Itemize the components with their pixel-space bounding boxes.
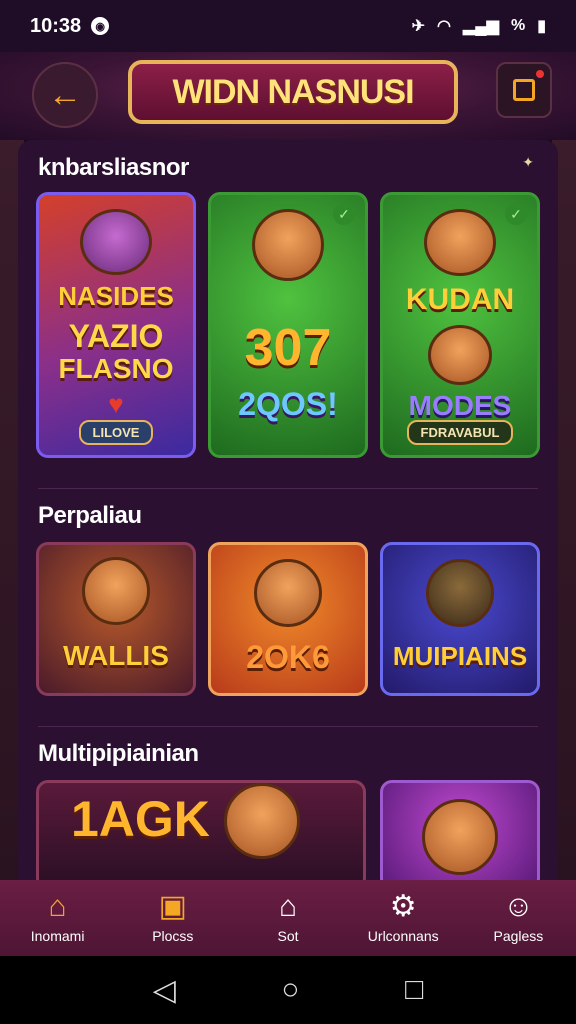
- character-image: [428, 325, 492, 385]
- section-title: Perpaliau: [38, 502, 142, 529]
- divider: [38, 488, 538, 489]
- system-navigation-bar: ◁ ○ □: [0, 956, 576, 1024]
- card-title: FLASNO: [58, 352, 174, 384]
- house-icon: ⌂: [278, 890, 298, 923]
- page-title: WIDN NASNUSI: [128, 60, 458, 124]
- card-title: NASIDES: [58, 280, 174, 311]
- nav-label: Sot: [277, 928, 299, 944]
- profile-icon: ☺: [503, 890, 534, 923]
- check-icon: ✓: [505, 203, 527, 225]
- character-image: [426, 559, 494, 627]
- recents-square-icon[interactable]: □: [405, 973, 423, 1007]
- game-card[interactable]: ✓ KUDAN MODES FDRAVABUL: [380, 192, 540, 458]
- nav-label: Inomami: [30, 928, 85, 944]
- notification-badge: [536, 70, 544, 78]
- card-title: MUIPIAINS: [392, 641, 528, 671]
- battery-percent: %: [510, 17, 526, 34]
- section-title: Multipipiainian: [38, 740, 199, 767]
- nav-item-sot[interactable]: ⌂ Sot: [230, 880, 345, 956]
- back-button[interactable]: ←: [32, 62, 98, 128]
- game-card[interactable]: NASIDES YAZIO FLASNO ♥ LILOVE: [36, 192, 196, 458]
- card-title: YAZIO: [68, 318, 164, 355]
- card-tag: LILOVE: [78, 420, 154, 445]
- nav-item-urlconnans[interactable]: ⚙ Urlconnans: [346, 880, 461, 956]
- game-card[interactable]: WALLIS: [36, 542, 196, 696]
- card-subtitle: 2QOS!: [238, 385, 338, 422]
- nav-label: Pagless: [493, 928, 544, 944]
- home-icon: ⌂: [48, 890, 67, 923]
- character-image: [80, 209, 152, 275]
- notification-icon: ◉: [91, 17, 110, 35]
- arrow-left-icon: ←: [48, 75, 82, 114]
- nav-item-home[interactable]: ⌂ Inomami: [0, 880, 115, 956]
- menu-button[interactable]: [496, 62, 552, 118]
- nav-item-pagless[interactable]: ☺ Pagless: [461, 880, 576, 956]
- card-subtitle: MODES: [408, 389, 512, 421]
- battery-icon: ▮: [537, 18, 546, 35]
- frame-icon: [513, 79, 535, 101]
- check-icon: ✓: [333, 203, 355, 225]
- card-title: 1AGK: [71, 791, 210, 847]
- airplane-icon: ✈: [411, 18, 426, 35]
- character-image: [424, 209, 496, 276]
- card-title: 307: [244, 319, 332, 377]
- character-image: [223, 783, 300, 859]
- character-image: [252, 209, 324, 281]
- app-header: ← WIDN NASNUSI: [0, 52, 576, 140]
- game-card[interactable]: 2OK6: [208, 542, 368, 696]
- status-time: 10:38: [30, 14, 82, 37]
- character-image: [82, 557, 150, 625]
- game-card[interactable]: ✓ 307 2QOS!: [208, 192, 368, 458]
- bottom-navigation: ⌂ Inomami ▣ Plocss ⌂ Sot ⚙ Urlconnans ☺ …: [0, 880, 576, 956]
- section-title: knbarsliasnor: [38, 154, 189, 181]
- sparkle-icon: ✦: [522, 154, 534, 170]
- game-card[interactable]: [380, 780, 540, 880]
- card-title: 2OK6: [246, 639, 330, 675]
- game-card[interactable]: MUIPIAINS: [380, 542, 540, 696]
- gear-icon: ⚙: [389, 890, 417, 923]
- home-circle-icon[interactable]: ○: [281, 973, 299, 1007]
- character-image: [254, 559, 322, 627]
- ticket-icon: ▣: [158, 890, 187, 923]
- game-list-panel[interactable]: knbarsliasnor ✦ NASIDES YAZIO FLASNO ♥ L…: [18, 140, 558, 880]
- card-title: KUDAN: [405, 282, 515, 316]
- wifi-icon: ◠: [437, 18, 451, 35]
- card-tag: FDRAVABUL: [406, 420, 514, 445]
- back-triangle-icon[interactable]: ◁: [153, 973, 176, 1008]
- signal-icon: ▂▄▆: [463, 18, 499, 35]
- game-card[interactable]: 1AGK: [36, 780, 366, 880]
- card-title: WALLIS: [63, 640, 169, 671]
- divider: [38, 726, 538, 727]
- nav-item-plocss[interactable]: ▣ Plocss: [115, 880, 230, 956]
- status-bar: 10:38 ◉ ✈ ◠ ▂▄▆ % ▮: [0, 0, 576, 52]
- nav-label: Plocss: [152, 928, 194, 944]
- nav-label: Urlconnans: [367, 928, 439, 944]
- character-image: [422, 799, 498, 875]
- heart-icon: ♥: [108, 389, 124, 419]
